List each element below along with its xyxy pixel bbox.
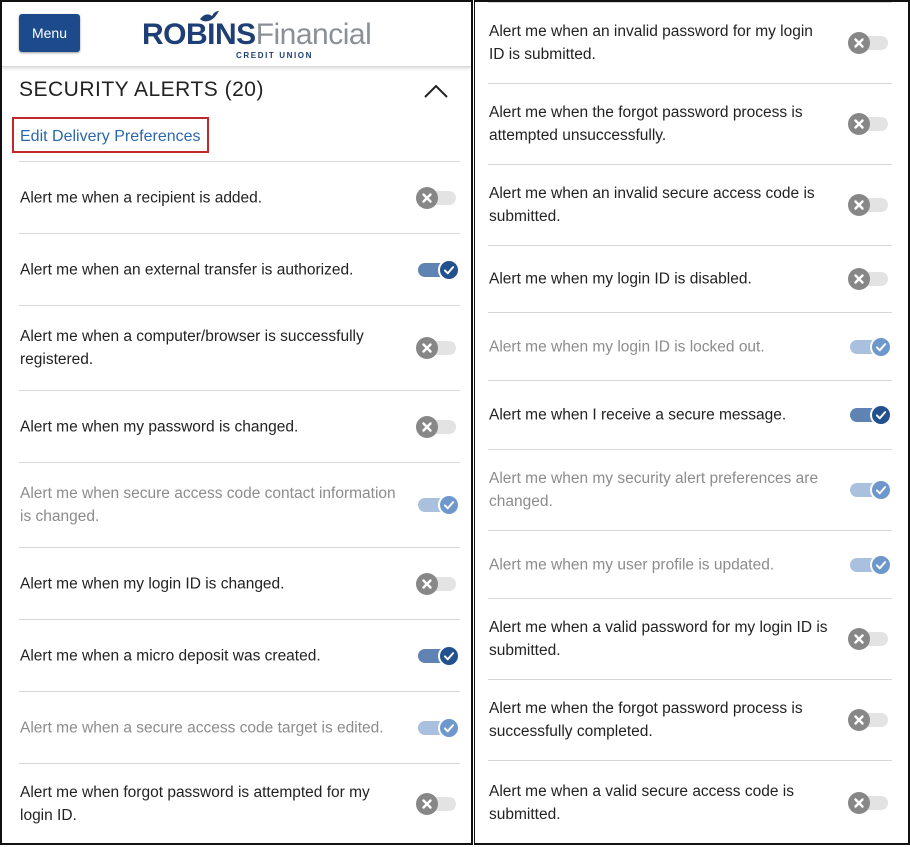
security-alerts-header[interactable]: SECURITY ALERTS (20) xyxy=(19,76,459,106)
alert-row: Alert me when my login ID is changed. xyxy=(19,547,460,619)
x-icon xyxy=(848,792,870,814)
alert-toggle[interactable] xyxy=(416,258,460,282)
alert-label: Alert me when my login ID is locked out. xyxy=(489,338,765,355)
logo-subtitle: CREDIT UNION xyxy=(236,51,313,60)
alert-toggle[interactable] xyxy=(848,335,892,359)
alert-label: Alert me when the forgot password proces… xyxy=(489,700,803,740)
x-icon xyxy=(848,268,870,290)
alert-toggle[interactable] xyxy=(416,792,460,816)
check-icon xyxy=(870,479,892,501)
alert-label: Alert me when my password is changed. xyxy=(20,418,299,435)
check-icon xyxy=(438,644,460,667)
check-icon xyxy=(438,716,460,739)
alert-toggle[interactable] xyxy=(848,267,892,291)
x-icon xyxy=(848,32,870,54)
check-icon xyxy=(438,494,460,516)
alert-row: Alert me when my password is changed. xyxy=(19,390,460,462)
check-icon xyxy=(870,553,892,576)
alert-label: Alert me when I receive a secure message… xyxy=(489,406,787,424)
alert-label: Alert me when a valid secure access code… xyxy=(489,783,794,823)
alert-row: Alert me when my login ID is locked out. xyxy=(488,312,892,380)
alert-row: Alert me when my security alert preferen… xyxy=(488,449,892,530)
alert-toggle[interactable] xyxy=(416,716,460,740)
alert-label: Alert me when a computer/browser is succ… xyxy=(20,328,364,368)
alert-toggle[interactable] xyxy=(848,31,892,55)
x-icon xyxy=(416,337,438,359)
edit-delivery-preferences-link[interactable]: Edit Delivery Preferences xyxy=(20,128,201,146)
x-icon xyxy=(416,186,438,209)
x-icon xyxy=(416,792,438,815)
top-bar: Menu ROBINSFinancial CREDIT UNION xyxy=(2,2,471,67)
x-icon xyxy=(848,628,870,650)
alert-label: Alert me when a micro deposit was create… xyxy=(20,647,321,664)
right-screen-panel: Alert me when an invalid password for my… xyxy=(474,0,910,845)
check-icon xyxy=(438,258,460,281)
left-screen-panel: Menu ROBINSFinancial CREDIT UNION SECURI… xyxy=(0,0,473,845)
alert-toggle[interactable] xyxy=(848,112,892,136)
alert-toggle[interactable] xyxy=(848,478,892,502)
alert-row: Alert me when I receive a secure message… xyxy=(488,380,892,449)
alert-toggle[interactable] xyxy=(848,627,892,651)
alert-toggle[interactable] xyxy=(416,572,460,596)
alert-row: Alert me when my user profile is updated… xyxy=(488,530,892,598)
x-icon xyxy=(848,113,870,135)
alert-row: Alert me when an invalid secure access c… xyxy=(488,164,892,245)
alert-row: Alert me when an external transfer is au… xyxy=(19,233,460,305)
alert-toggle[interactable] xyxy=(416,336,460,360)
alert-row: Alert me when secure access code contact… xyxy=(19,462,460,547)
alert-toggle[interactable] xyxy=(848,553,892,577)
x-icon xyxy=(848,709,870,731)
alert-label: Alert me when the forgot password proces… xyxy=(489,104,803,144)
x-icon xyxy=(848,194,870,216)
alert-toggle[interactable] xyxy=(848,791,892,815)
alert-label: Alert me when my login ID is disabled. xyxy=(489,270,752,288)
alert-toggle[interactable] xyxy=(416,415,460,439)
alert-toggle[interactable] xyxy=(848,403,892,427)
alert-label: Alert me when a secure access code targe… xyxy=(20,719,384,736)
alert-row: Alert me when a valid password for my lo… xyxy=(488,598,892,679)
x-icon xyxy=(416,415,438,438)
alert-row: Alert me when a valid secure access code… xyxy=(488,760,892,843)
section-title: SECURITY ALERTS (20) xyxy=(19,78,264,101)
robins-financial-logo: ROBINSFinancial CREDIT UNION xyxy=(142,10,372,60)
alert-toggle[interactable] xyxy=(848,708,892,732)
alert-toggle[interactable] xyxy=(416,186,460,210)
alert-label: Alert me when secure access code contact… xyxy=(20,485,396,525)
alert-label: Alert me when an invalid password for my… xyxy=(489,23,813,63)
alert-label: Alert me when an external transfer is au… xyxy=(20,261,354,278)
alert-row: Alert me when the forgot password proces… xyxy=(488,83,892,164)
check-icon xyxy=(870,404,892,426)
alert-row: Alert me when a recipient is added. xyxy=(19,161,460,233)
chevron-up-icon[interactable] xyxy=(421,76,451,106)
alert-toggle[interactable] xyxy=(416,493,460,517)
logo-name-light: Financial xyxy=(255,18,372,51)
alert-label: Alert me when my login ID is changed. xyxy=(20,575,285,592)
alert-row: Alert me when my login ID is disabled. xyxy=(488,245,892,312)
alert-label: Alert me when an invalid secure access c… xyxy=(489,185,815,225)
alert-row: Alert me when forgot password is attempt… xyxy=(19,763,460,843)
alert-row: Alert me when a computer/browser is succ… xyxy=(19,305,460,390)
alert-label: Alert me when my security alert preferen… xyxy=(489,470,819,510)
logo-name-bold: ROBINS xyxy=(142,18,256,51)
alert-label: Alert me when my user profile is updated… xyxy=(489,556,775,573)
alert-row: Alert me when a micro deposit was create… xyxy=(19,619,460,691)
alert-toggle[interactable] xyxy=(848,193,892,217)
alert-row: Alert me when an invalid password for my… xyxy=(488,2,892,83)
alert-toggle[interactable] xyxy=(416,644,460,668)
alert-label: Alert me when a valid password for my lo… xyxy=(489,619,828,659)
alert-row: Alert me when the forgot password proces… xyxy=(488,679,892,760)
x-icon xyxy=(416,572,438,595)
menu-button[interactable]: Menu xyxy=(19,14,80,52)
alert-label: Alert me when a recipient is added. xyxy=(20,189,263,206)
check-icon xyxy=(870,335,892,358)
alert-label: Alert me when forgot password is attempt… xyxy=(20,783,370,824)
alert-row: Alert me when a secure access code targe… xyxy=(19,691,460,763)
